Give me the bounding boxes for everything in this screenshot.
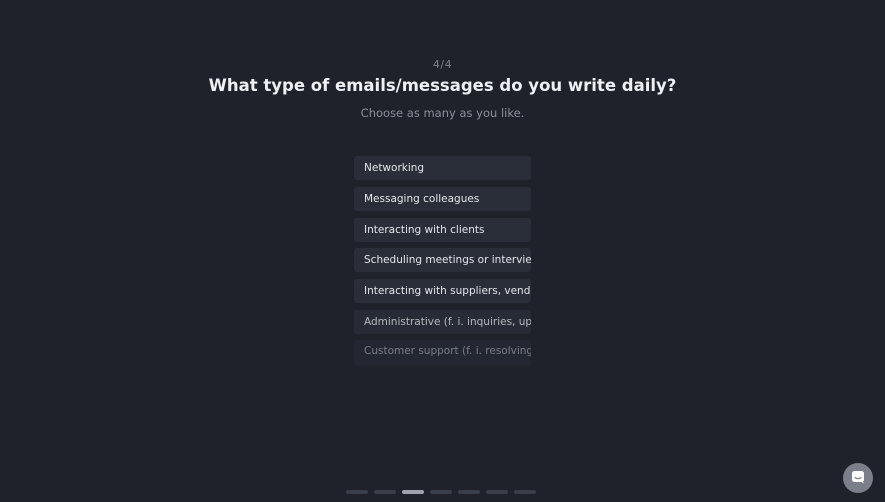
option-suppliers-vendors[interactable]: Interacting with suppliers, vendors [354,279,531,303]
progress-segment-6[interactable] [486,490,508,494]
progress-indicator [346,490,536,494]
onboarding-page: 4/4 What type of emails/messages do you … [0,0,885,502]
options-list: Networking Messaging colleagues Interact… [354,156,531,366]
progress-segment-4[interactable] [430,490,452,494]
option-scheduling-meetings[interactable]: Scheduling meetings or interviews [354,248,531,272]
progress-segment-3[interactable] [402,490,424,494]
progress-segment-1[interactable] [346,490,368,494]
option-administrative[interactable]: Administrative (f. i. inquiries, updates… [354,310,531,334]
progress-segment-7[interactable] [514,490,536,494]
option-messaging-colleagues[interactable]: Messaging colleagues [354,187,531,211]
progress-segment-2[interactable] [374,490,396,494]
question-subtitle: Choose as many as you like. [360,106,525,120]
chat-widget-button[interactable] [843,463,873,493]
option-networking[interactable]: Networking [354,156,531,180]
option-customer-support[interactable]: Customer support (f. i. resolving [354,340,531,366]
chat-icon [851,469,865,488]
step-indicator: 4/4 [432,58,453,71]
option-interacting-with-clients[interactable]: Interacting with clients [354,218,531,242]
question-title: What type of emails/messages do you writ… [208,76,677,95]
progress-segment-5[interactable] [458,490,480,494]
